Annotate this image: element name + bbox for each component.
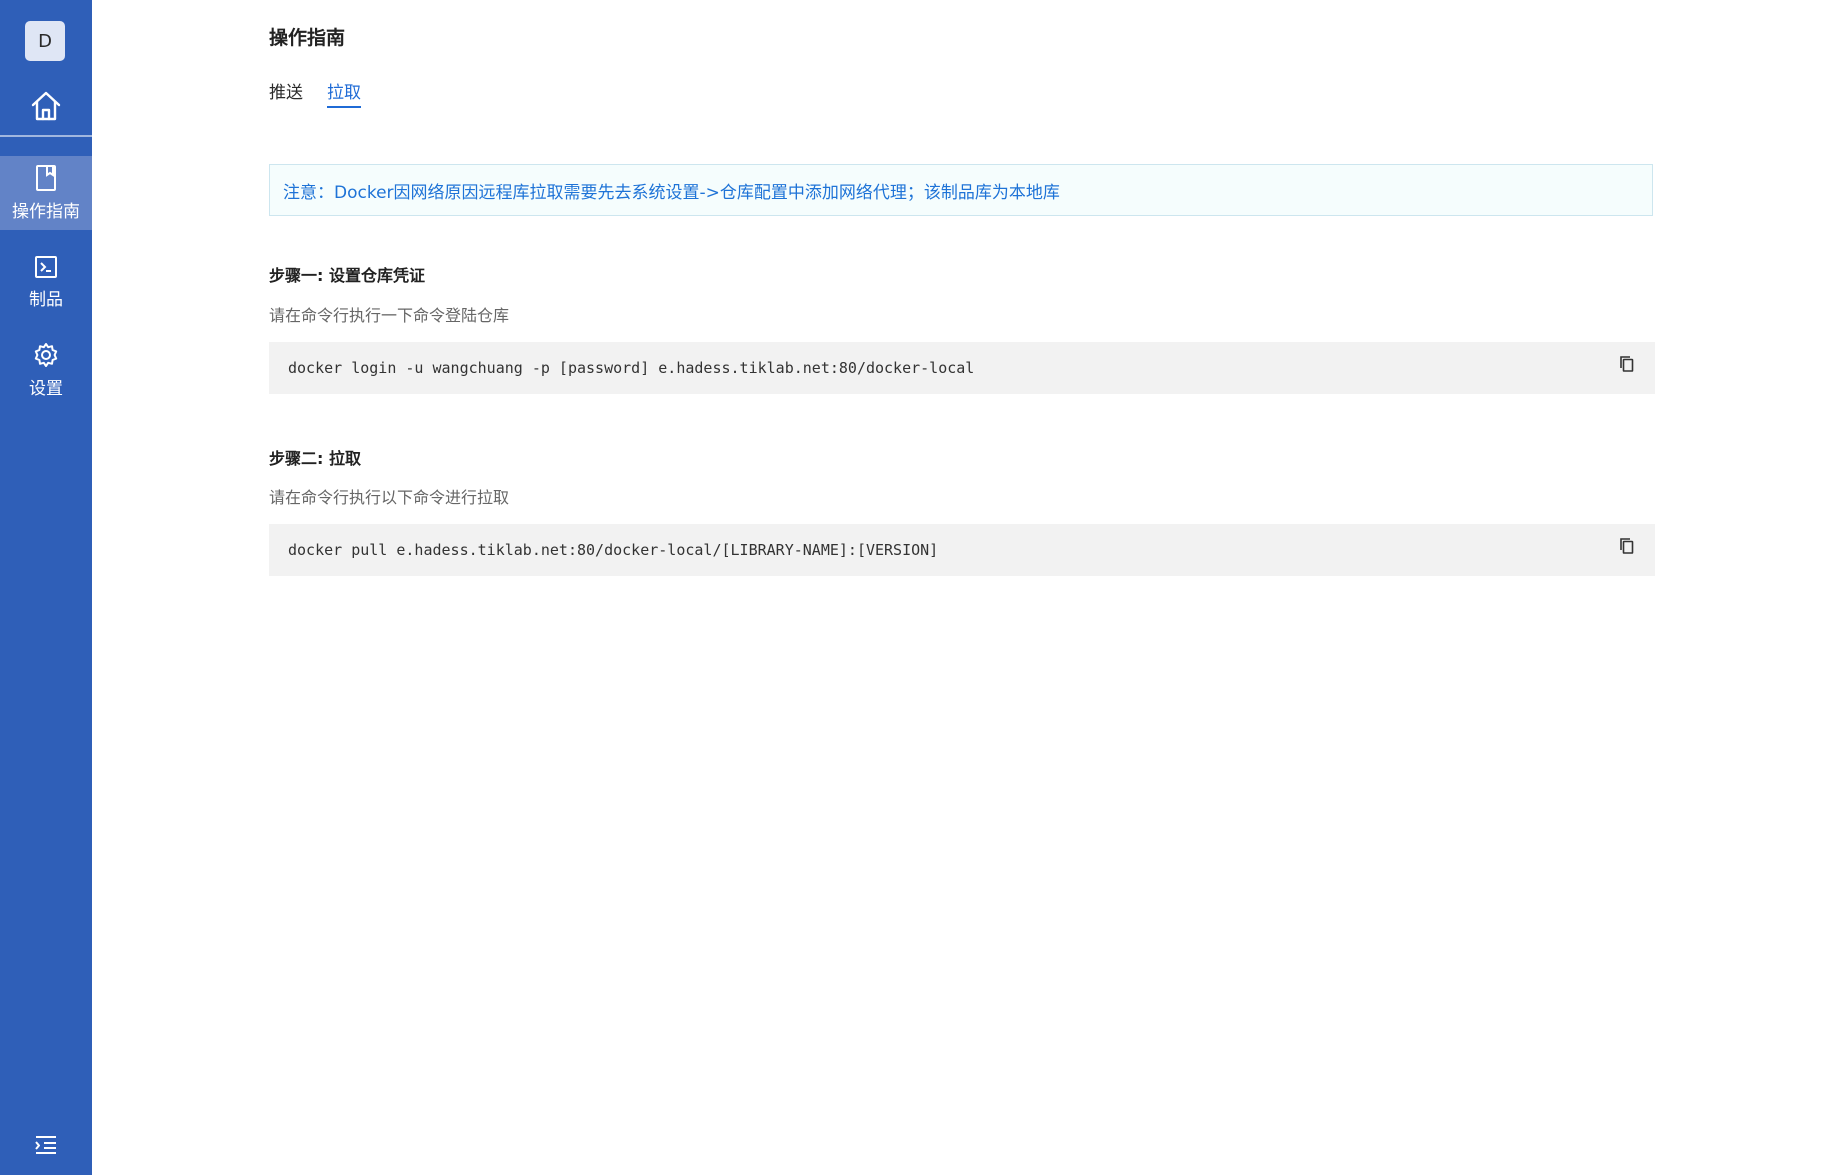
- page-title: 操作指南: [269, 27, 346, 49]
- step-one-description: 请在命令行执行一下命令登陆仓库: [269, 306, 510, 325]
- step-one-command-box: docker login -u wangchuang -p [password]…: [269, 342, 1655, 394]
- book-icon: [35, 164, 57, 196]
- notice-banner: 注意：Docker因网络原因远程库拉取需要先去系统设置->仓库配置中添加网络代理…: [269, 164, 1653, 216]
- sidebar-item-settings[interactable]: 设置: [0, 333, 92, 407]
- pull-command[interactable]: docker pull e.hadess.tiklab.net:80/docke…: [288, 541, 938, 559]
- gear-icon: [33, 342, 59, 373]
- sidebar-divider: [0, 135, 92, 137]
- home-icon: [29, 89, 63, 127]
- step-one-title: 步骤一: 设置仓库凭证: [269, 266, 425, 285]
- sidebar-collapse-button[interactable]: [0, 1130, 92, 1164]
- avatar[interactable]: D: [25, 21, 65, 61]
- terminal-icon: [34, 255, 58, 284]
- tab-pull[interactable]: 拉取: [327, 80, 361, 108]
- step-two-title: 步骤二: 拉取: [269, 449, 361, 468]
- copy-icon[interactable]: [1617, 354, 1637, 374]
- tab-push[interactable]: 推送: [269, 80, 303, 106]
- tab-bar: 推送 拉取: [269, 80, 385, 110]
- sidebar-item-artifacts[interactable]: 制品: [0, 245, 92, 319]
- step-two-description: 请在命令行执行以下命令进行拉取: [269, 488, 510, 507]
- copy-icon[interactable]: [1617, 536, 1637, 556]
- sidebar-item-label: 设置: [29, 378, 63, 399]
- sidebar: D 操作指南 制品 设置: [0, 0, 92, 1175]
- sidebar-item-label: 制品: [29, 289, 63, 310]
- home-button[interactable]: [0, 82, 92, 134]
- menu-collapse-icon: [34, 1134, 58, 1160]
- step-two-command-box: docker pull e.hadess.tiklab.net:80/docke…: [269, 524, 1655, 576]
- login-command[interactable]: docker login -u wangchuang -p [password]…: [288, 359, 974, 377]
- sidebar-item-guide[interactable]: 操作指南: [0, 156, 92, 230]
- sidebar-item-label: 操作指南: [12, 201, 80, 222]
